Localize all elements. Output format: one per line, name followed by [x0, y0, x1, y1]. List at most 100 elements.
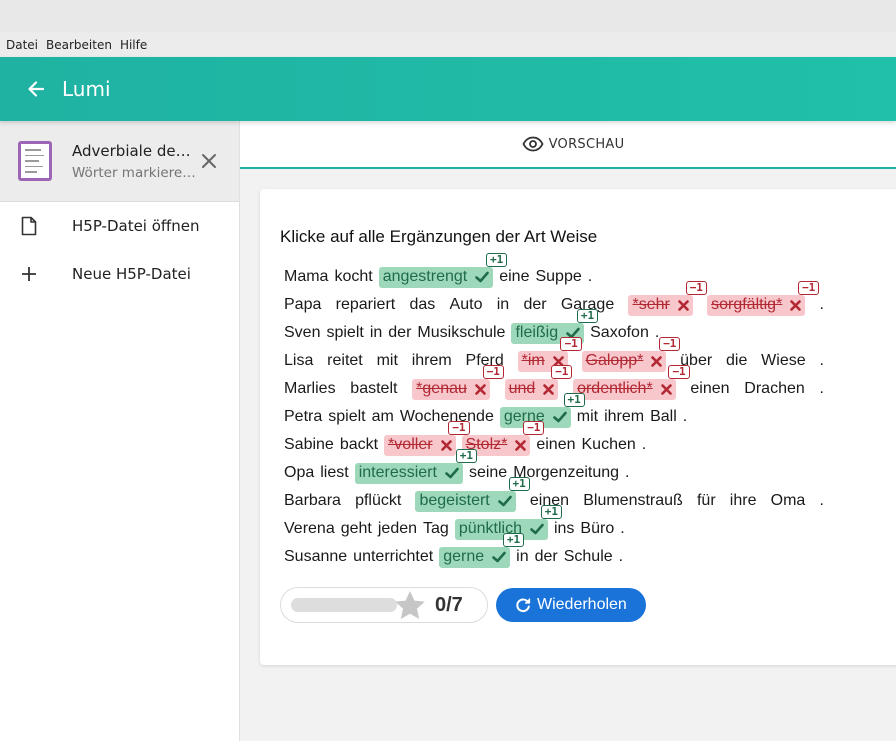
back-arrow-icon[interactable] [24, 77, 48, 101]
word[interactable]: Oma [771, 492, 806, 510]
word[interactable]: Verena [284, 520, 335, 538]
open-h5p-file-button[interactable]: H5P-Datei öffnen [0, 202, 239, 250]
sentence-line: Papa repariert das Auto in der Garage *sehr −1 so… [284, 280, 824, 319]
word[interactable]: mit [577, 408, 598, 426]
word[interactable]: Saxofon [590, 324, 649, 342]
word[interactable]: Papa [284, 296, 321, 314]
word[interactable]: . [819, 352, 823, 370]
correct-word[interactable]: angestrengt +1 [378, 252, 508, 288]
word[interactable]: Kuchen [582, 436, 636, 454]
wrong-word[interactable]: *sehr −1 [628, 280, 707, 316]
sentence-list: Mama kocht angestrengt +1 eine Suppe. Papa repa… [284, 252, 824, 571]
word[interactable]: liest [320, 464, 348, 482]
word[interactable]: pflückt [355, 492, 401, 510]
word[interactable]: ihrem [604, 408, 644, 426]
correct-word[interactable]: gerne +1 [439, 532, 525, 568]
sentence-line: Opa liest interessiert +1 seine Morgenzeitung… [284, 448, 824, 487]
word[interactable]: . [625, 464, 629, 482]
plus-one-badge: +1 [455, 448, 477, 463]
word[interactable]: in [516, 548, 528, 566]
word[interactable]: Wiese [761, 352, 805, 370]
word[interactable]: Büro [580, 520, 614, 538]
word[interactable]: . [588, 268, 592, 286]
word[interactable]: . [619, 548, 623, 566]
menu-datei[interactable]: Datei [6, 38, 38, 52]
word[interactable]: . [820, 296, 824, 314]
word[interactable]: spielt [326, 324, 363, 342]
correct-word[interactable]: interessiert +1 [354, 448, 477, 484]
word[interactable]: ins [554, 520, 574, 538]
word[interactable]: Sabine [284, 436, 334, 454]
word[interactable]: Opa [284, 464, 314, 482]
word[interactable]: Drachen [744, 380, 804, 398]
word[interactable]: Ball [650, 408, 677, 426]
word[interactable]: Marlies [284, 380, 336, 398]
word[interactable]: Mama [284, 268, 328, 286]
menu-hilfe[interactable]: Hilfe [120, 38, 147, 52]
word[interactable]: Musikschule [417, 324, 505, 342]
word[interactable]: Schule [564, 548, 613, 566]
word[interactable]: Auto [450, 296, 483, 314]
check-icon [497, 495, 512, 507]
minus-one-badge: −1 [685, 280, 707, 295]
word[interactable]: die [726, 352, 747, 370]
score-progress [291, 598, 397, 612]
word[interactable]: spielt [328, 408, 365, 426]
word[interactable]: reitet [327, 352, 363, 370]
word[interactable]: backt [340, 436, 378, 454]
word[interactable]: am [372, 408, 394, 426]
word[interactable]: . [620, 520, 624, 538]
wrong-word[interactable]: *voller −1 [384, 420, 470, 456]
word[interactable]: kocht [334, 268, 372, 286]
word[interactable]: der [388, 324, 411, 342]
word[interactable]: in [497, 296, 509, 314]
wrong-word[interactable]: sorgfältig* −1 [707, 280, 820, 316]
window-titlebar [0, 0, 896, 32]
menu-bearbeiten[interactable]: Bearbeiten [46, 38, 112, 52]
word[interactable]: einen [536, 436, 575, 454]
new-h5p-file-button[interactable]: Neue H5P-Datei [0, 250, 239, 298]
word[interactable]: . [642, 436, 646, 454]
correct-word[interactable]: pünktlich +1 [454, 504, 562, 540]
wrong-word[interactable]: Galopp* −1 [581, 336, 681, 372]
word[interactable]: in [370, 324, 382, 342]
word[interactable]: Petra [284, 408, 322, 426]
word[interactable]: Barbara [284, 492, 341, 510]
word[interactable]: der [523, 296, 546, 314]
retry-button[interactable]: Wiederholen [496, 588, 646, 622]
word[interactable]: Wochenende [400, 408, 494, 426]
word[interactable]: ihre [730, 492, 757, 510]
word[interactable]: mit [377, 352, 398, 370]
word[interactable]: für [697, 492, 716, 510]
minus-one-badge: −1 [551, 364, 573, 379]
wrong-word[interactable]: ordentlich* −1 [573, 364, 690, 400]
word[interactable]: . [820, 380, 824, 398]
word[interactable]: geht [341, 520, 372, 538]
word[interactable]: Blumenstrauß [583, 492, 683, 510]
tab-preview[interactable]: VORSCHAU [522, 136, 625, 152]
word[interactable]: Tag [423, 520, 449, 538]
word[interactable]: einen [690, 380, 729, 398]
word[interactable]: seine [469, 464, 507, 482]
wrong-word[interactable]: *genau −1 [412, 364, 504, 400]
refresh-icon [516, 598, 531, 613]
word[interactable]: eine [499, 268, 529, 286]
word[interactable]: bastelt [350, 380, 397, 398]
word[interactable]: Susanne [284, 548, 347, 566]
word[interactable]: Sven [284, 324, 320, 342]
open-file-item[interactable]: Adverbiale de… Wörter markiere… [0, 121, 239, 202]
word[interactable]: Suppe [535, 268, 581, 286]
new-h5p-file-label: Neue H5P-Datei [72, 265, 191, 283]
word[interactable]: der [535, 548, 558, 566]
word[interactable]: das [409, 296, 435, 314]
word[interactable]: repariert [336, 296, 396, 314]
wrong-word[interactable]: und −1 [504, 364, 573, 400]
correct-word[interactable]: begeistert +1 [415, 476, 530, 512]
word[interactable]: . [819, 492, 823, 510]
close-icon[interactable] [197, 149, 221, 173]
word[interactable]: unterrichtet [353, 548, 433, 566]
word[interactable]: ihrem [412, 352, 452, 370]
word[interactable]: . [683, 408, 687, 426]
word[interactable]: jeden [378, 520, 417, 538]
word[interactable]: Lisa [284, 352, 313, 370]
